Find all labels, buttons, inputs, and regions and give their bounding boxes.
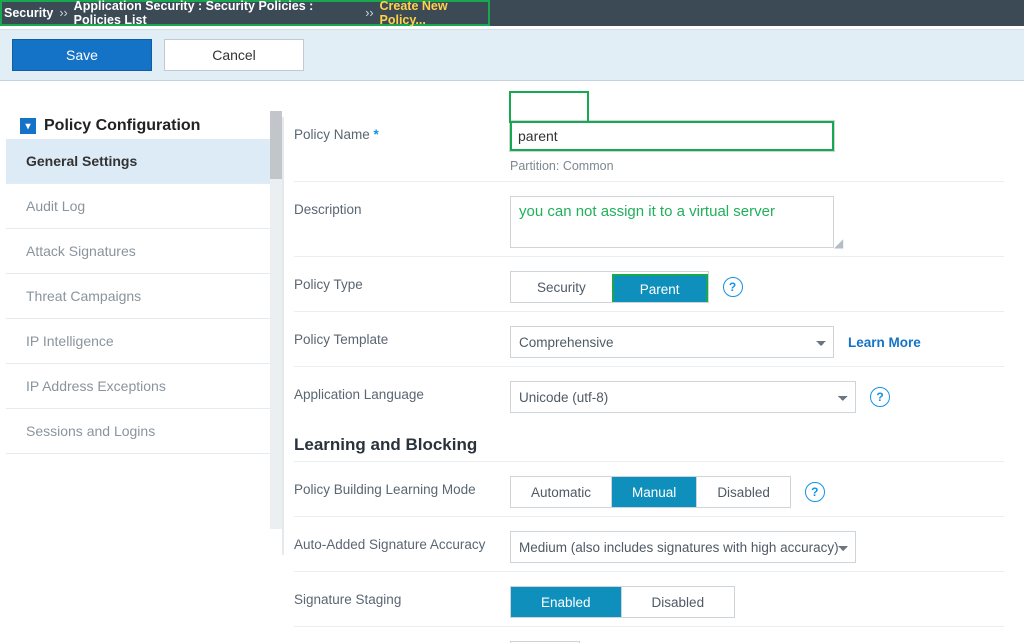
signature-staging-enabled[interactable]: Enabled <box>511 587 621 617</box>
sidebar-section-header[interactable]: ▾ Policy Configuration <box>6 111 270 139</box>
policy-name-input[interactable] <box>510 121 834 151</box>
description-input[interactable]: you can not assign it to a virtual serve… <box>510 196 834 248</box>
cancel-button[interactable]: Cancel <box>164 39 304 71</box>
policy-type-parent[interactable]: Parent <box>612 274 708 303</box>
signature-accuracy-select[interactable]: Medium (also includes signatures with hi… <box>510 531 856 563</box>
learning-mode-disabled[interactable]: Disabled <box>696 477 790 507</box>
help-icon[interactable]: ? <box>870 387 890 407</box>
signature-staging-label: Signature Staging <box>294 586 510 607</box>
save-button[interactable]: Save <box>12 39 152 71</box>
sidebar: ▾ Policy Configuration General Settings … <box>6 111 270 643</box>
learning-mode-group: Automatic Manual Disabled <box>510 476 791 508</box>
learning-blocking-heading: Learning and Blocking <box>294 435 1004 455</box>
sidebar-item-general-settings[interactable]: General Settings <box>6 139 270 184</box>
breadcrumb-path[interactable]: Application Security : Security Policies… <box>74 0 360 27</box>
learning-mode-manual[interactable]: Manual <box>611 477 696 507</box>
policy-type-group: Security Parent <box>510 271 709 303</box>
sidebar-item-ip-address-exceptions[interactable]: IP Address Exceptions <box>6 364 270 409</box>
policy-template-label: Policy Template <box>294 326 510 347</box>
collapse-icon[interactable]: ▾ <box>20 118 36 134</box>
partition-label: Partition: <box>510 159 559 173</box>
sidebar-nav: General Settings Audit Log Attack Signat… <box>6 139 270 454</box>
signature-accuracy-label: Auto-Added Signature Accuracy <box>294 531 510 552</box>
partition-value: Common <box>563 159 614 173</box>
learning-mode-label: Policy Building Learning Mode <box>294 476 510 497</box>
learning-mode-automatic[interactable]: Automatic <box>511 477 611 507</box>
sidebar-item-threat-campaigns[interactable]: Threat Campaigns <box>6 274 270 319</box>
learn-more-link[interactable]: Learn More <box>848 335 921 350</box>
sidebar-item-ip-intelligence[interactable]: IP Intelligence <box>6 319 270 364</box>
breadcrumb-root[interactable]: Security <box>4 6 53 20</box>
policy-type-security[interactable]: Security <box>511 272 612 302</box>
resize-handle-icon[interactable]: ◢ <box>834 236 844 246</box>
sidebar-item-sessions-and-logins[interactable]: Sessions and Logins <box>6 409 270 454</box>
breadcrumb-sep-icon: ›› <box>365 6 373 20</box>
breadcrumb: Security ›› Application Security : Secur… <box>0 0 490 26</box>
form-panel: Policy Name Partition: Common Descriptio… <box>270 81 1024 643</box>
breadcrumb-current: Create New Policy... <box>380 0 486 27</box>
help-icon[interactable]: ? <box>723 277 743 297</box>
sidebar-item-attack-signatures[interactable]: Attack Signatures <box>6 229 270 274</box>
description-label: Description <box>294 196 510 217</box>
breadcrumb-sep-icon: ›› <box>59 6 67 20</box>
toolbar: Save Cancel <box>0 29 1024 81</box>
sidebar-item-audit-log[interactable]: Audit Log <box>6 184 270 229</box>
application-language-label: Application Language <box>294 381 510 402</box>
scroll-fade <box>6 503 270 547</box>
sidebar-title: Policy Configuration <box>44 117 200 135</box>
application-language-select[interactable]: Unicode (utf-8) <box>510 381 856 413</box>
help-icon[interactable]: ? <box>805 482 825 502</box>
policy-template-select[interactable]: Comprehensive <box>510 326 834 358</box>
scrollbar-thumb[interactable] <box>270 111 282 179</box>
signature-staging-group: Enabled Disabled <box>510 586 735 618</box>
policy-type-label: Policy Type <box>294 271 510 292</box>
policy-name-label: Policy Name <box>294 121 510 142</box>
divider <box>282 117 284 555</box>
signature-staging-disabled[interactable]: Disabled <box>621 587 735 617</box>
